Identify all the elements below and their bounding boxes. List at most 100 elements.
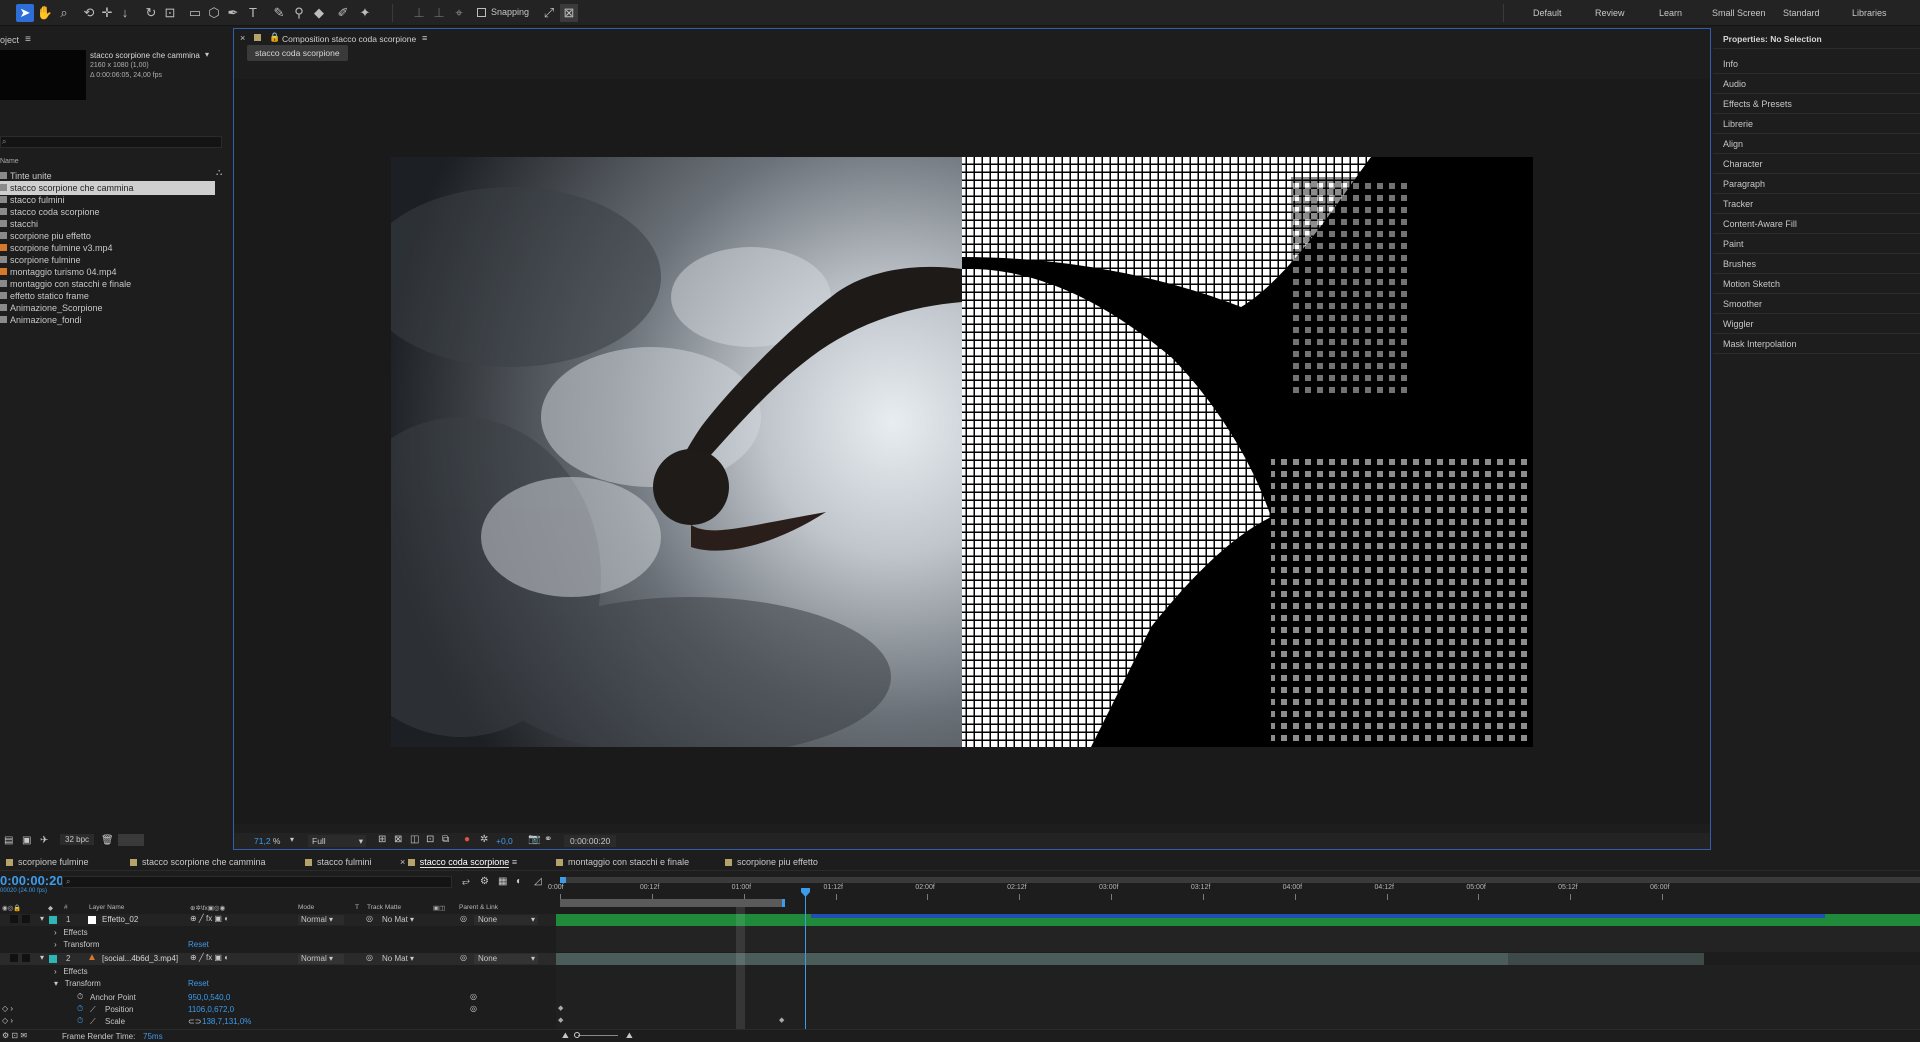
layer-label-color[interactable]	[49, 916, 57, 924]
timeline-tab[interactable]: × stacco coda scorpione ≡	[400, 857, 517, 868]
pin-icon[interactable]: ⌖	[450, 4, 468, 22]
panel-item-brushes[interactable]: Brushes	[1723, 259, 1756, 269]
pen-tool-icon[interactable]: ✒	[224, 4, 242, 22]
thumbnail-toggle[interactable]	[118, 834, 144, 846]
selection-tool-icon[interactable]: ➤	[16, 4, 34, 22]
track-matte-icon[interactable]: ◎	[366, 914, 373, 923]
panel-item-librerie[interactable]: Librerie	[1723, 119, 1753, 129]
blend-mode-select[interactable]: Normal ▾	[298, 915, 344, 925]
scale-value[interactable]: 138,7,131,0%	[202, 1017, 251, 1026]
timeline-tab[interactable]: stacco fulmini	[305, 857, 372, 867]
chevron-down-icon[interactable]: ▾	[205, 50, 209, 59]
workspace-learn[interactable]: Learn	[1659, 8, 1682, 18]
exposure-reset-icon[interactable]: ✲	[480, 834, 488, 845]
timeline-tab[interactable]: scorpione piu effetto	[725, 857, 818, 867]
effects-twirl[interactable]: › Effects	[54, 967, 88, 976]
tab-menu-icon[interactable]: ≡	[509, 857, 517, 867]
composition-frame[interactable]	[391, 157, 1533, 747]
toggle-switches-icon[interactable]: ⚙ ⊡ ✉	[2, 1031, 27, 1040]
trash-icon[interactable]: 🗑	[101, 835, 114, 846]
video-toggle[interactable]	[10, 915, 18, 923]
pick-whip-icon[interactable]: ◎	[460, 953, 467, 962]
dolly-tool-icon[interactable]: ↓	[116, 4, 134, 22]
grid-toggle-icon[interactable]: ⊞	[378, 834, 386, 845]
zoom-in-icon[interactable]: ⛰	[626, 1031, 633, 1041]
pan-tool-icon[interactable]: ✛	[98, 4, 116, 22]
hierarchy-icon[interactable]: ⛬	[216, 167, 222, 178]
twirl-down-icon[interactable]: ▾	[40, 914, 44, 923]
align-icon[interactable]: ⊥	[410, 4, 428, 22]
parent-select[interactable]: None ▾	[474, 954, 538, 964]
navigator-start-handle[interactable]	[560, 877, 566, 883]
color-channel-icon[interactable]: ●	[464, 834, 470, 845]
layer-row[interactable]: ▾ 2 ▲ [social...4b6d_3.mp4] ⊕ ╱ fx ▣ ◐ N…	[0, 952, 556, 965]
work-area-end-handle[interactable]	[782, 899, 785, 907]
zoom-slider-thumb[interactable]	[574, 1032, 580, 1038]
panel-item-tracker[interactable]: Tracker	[1723, 199, 1753, 209]
keyframe-nav-icon[interactable]: ◇ ›	[2, 1016, 13, 1025]
lock-toggle[interactable]	[22, 954, 30, 962]
expand-icon[interactable]: ⤢	[540, 4, 558, 22]
position-row[interactable]: ◇ › ⏱ ⟋ Position 1106,0,672,0 ◎	[0, 1004, 556, 1016]
position-value[interactable]: 1106,0,672,0	[188, 1005, 234, 1014]
mode-header[interactable]: Mode	[298, 904, 314, 911]
frame-blending-icon[interactable]: ◐	[516, 876, 522, 887]
layer-2-trim-bar[interactable]	[1508, 953, 1704, 965]
video-toggle[interactable]	[10, 954, 18, 962]
shy-layers-icon[interactable]: ▦	[498, 876, 507, 887]
pick-whip-icon[interactable]: ◎	[460, 914, 467, 923]
rotate-tool-icon[interactable]: ↻	[142, 4, 160, 22]
show-snapshot-icon[interactable]: ⚭	[544, 834, 552, 845]
keyframe-icon[interactable]: ◆	[779, 1016, 784, 1024]
layer-switches[interactable]: ⊕ ╱ fx ▣ ◐	[190, 953, 229, 962]
workspace-small-screen[interactable]: Small Screen	[1712, 8, 1766, 18]
track-matte-header[interactable]: Track Matte	[367, 904, 401, 911]
anchor-point-value[interactable]: 950,0,540,0	[188, 993, 230, 1002]
layer-label-color[interactable]	[49, 955, 57, 963]
cube-tool-icon[interactable]: ⬡	[205, 4, 223, 22]
panel-item-info[interactable]: Info	[1723, 59, 1738, 69]
viewer-menu-icon[interactable]: ≡	[422, 33, 427, 43]
reset-transform-link[interactable]: Reset	[188, 979, 209, 988]
twirl-down-icon[interactable]: ▾	[40, 953, 44, 962]
draft-3d-icon[interactable]: ⚙	[480, 876, 489, 887]
close-tab-icon[interactable]: ×	[400, 857, 408, 867]
blend-mode-select[interactable]: Normal ▾	[298, 954, 344, 964]
bit-depth-button[interactable]: 32 bpc	[60, 834, 95, 845]
transparency-grid-icon[interactable]: ⊠	[394, 834, 402, 845]
workspace-standard[interactable]: Standard	[1783, 8, 1820, 18]
work-area-bar[interactable]	[560, 899, 784, 907]
panel-item-mask-interpolation[interactable]: Mask Interpolation	[1723, 339, 1797, 349]
workspace-libraries[interactable]: Libraries	[1852, 8, 1887, 18]
snapshot-icon[interactable]: 📷	[528, 834, 540, 845]
zoom-tool-icon[interactable]: ⌕	[55, 4, 73, 22]
track-matte-select[interactable]: No Mat ▾	[382, 954, 414, 963]
layer-name[interactable]: Effetto_02	[102, 915, 138, 924]
eraser-tool-icon[interactable]: ◆	[310, 4, 328, 22]
anchor-tool-icon[interactable]: ⊡	[161, 4, 179, 22]
lock-icon[interactable]: 🔒	[269, 32, 280, 43]
new-comp-icon[interactable]: ✈	[40, 835, 48, 846]
rectangle-tool-icon[interactable]: ▭	[186, 4, 204, 22]
project-title[interactable]: oject	[0, 35, 19, 45]
layer-switches[interactable]: ⊕ ╱ fx ▣ ◐	[190, 914, 229, 923]
track-matte-icon[interactable]: ◎	[366, 953, 373, 962]
snapping-checkbox[interactable]	[477, 8, 486, 17]
exposure-value[interactable]: +0,0	[496, 836, 513, 846]
panel-item-wiggler[interactable]: Wiggler	[1723, 319, 1754, 329]
layer-2-duration-bar[interactable]	[556, 953, 1508, 965]
hand-tool-icon[interactable]: ✋	[36, 4, 54, 22]
keyframe-nav-icon[interactable]: ◇ ›	[2, 1004, 13, 1013]
constrain-proportions-icon[interactable]: ⊂⊃	[188, 1017, 201, 1026]
brush-tool-icon[interactable]: ✎	[270, 4, 288, 22]
playhead-handle-icon[interactable]	[800, 888, 810, 897]
timeline-tab[interactable]: montaggio con stacchi e finale	[556, 857, 689, 867]
graph-editor-icon[interactable]: ◿	[534, 876, 542, 887]
close-tab-icon[interactable]: ×	[240, 33, 245, 43]
orbit-tool-icon[interactable]: ⟲	[80, 4, 98, 22]
timeline-search-input[interactable]: ⌕	[62, 876, 452, 888]
column-name[interactable]: Name	[0, 158, 19, 165]
zoom-out-icon[interactable]: ⛰	[562, 1031, 569, 1041]
clone-stamp-tool-icon[interactable]: ⚲	[290, 4, 308, 22]
anchor-point-row[interactable]: ⏱ Anchor Point 950,0,540,0 ◎	[0, 992, 556, 1004]
